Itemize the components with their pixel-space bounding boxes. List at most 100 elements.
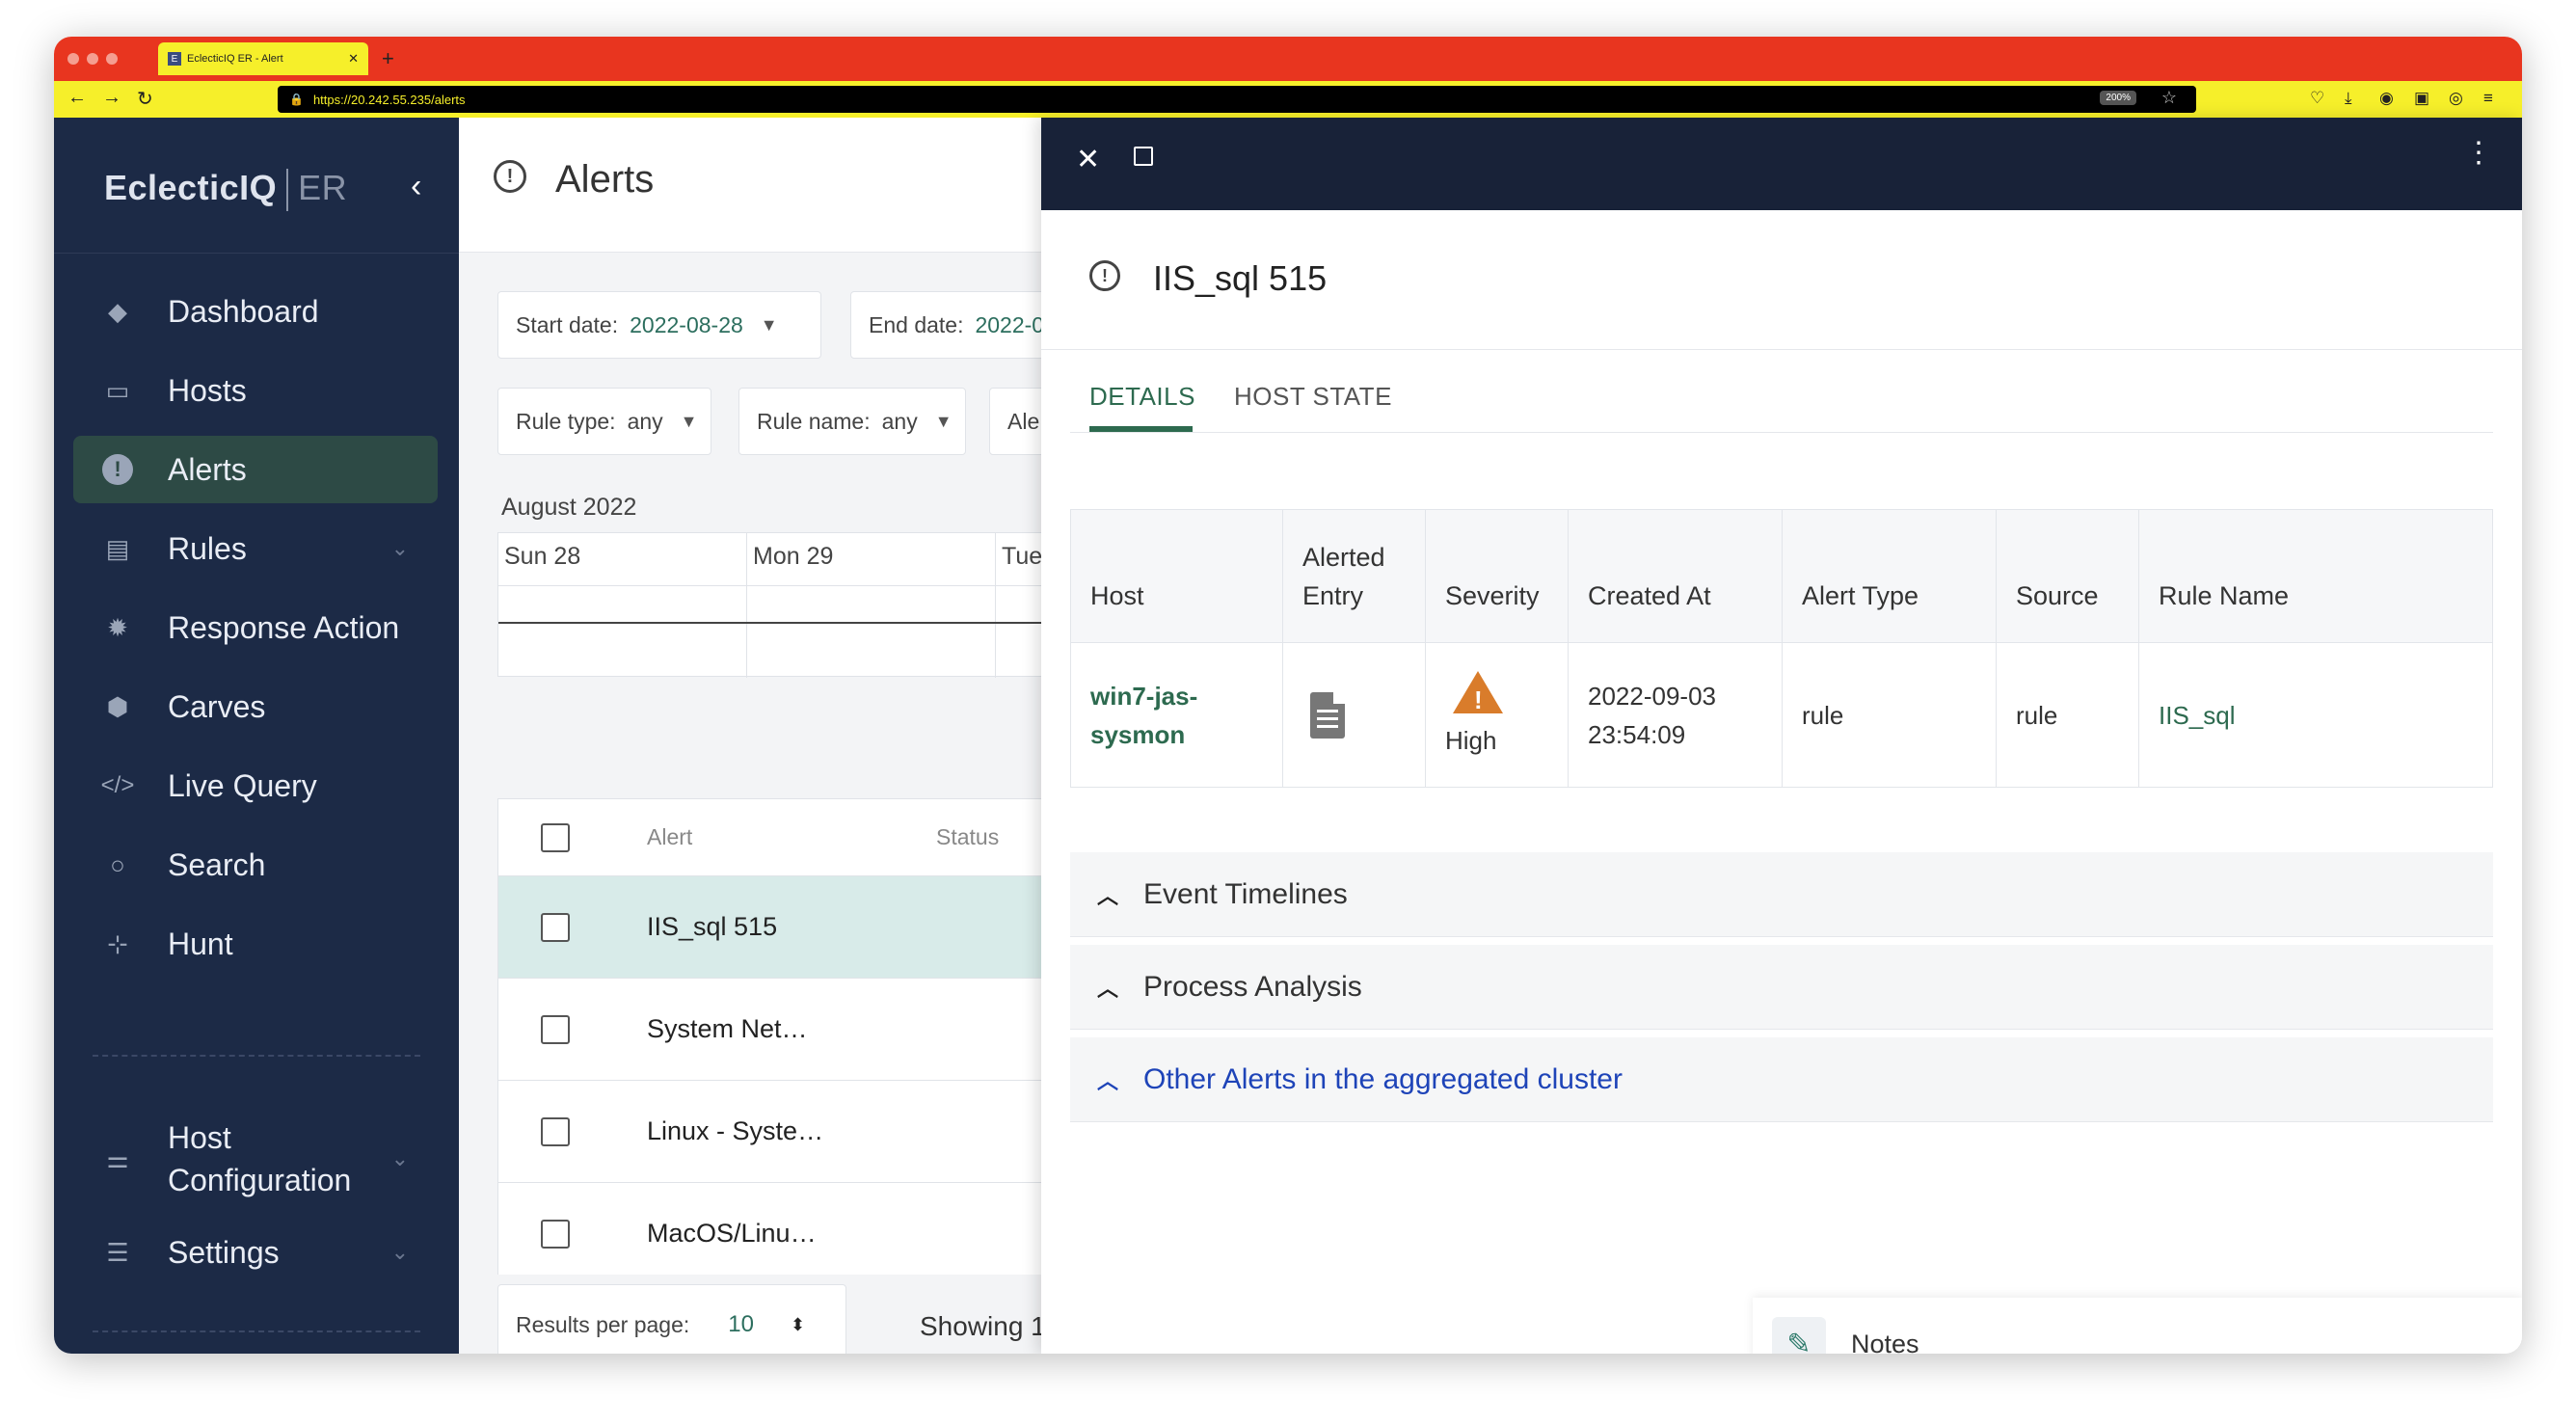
sidebar-item-alerts[interactable]: ! Alerts <box>73 436 438 503</box>
pocket-icon[interactable]: ♡ <box>2310 89 2324 108</box>
document-icon[interactable] <box>1310 691 1345 739</box>
address-bar[interactable]: 🔒 https://20.242.55.235/alerts 200% ☆ <box>278 86 2196 113</box>
chevron-up-icon: ︿ <box>1097 1068 1119 1093</box>
tab-host-state[interactable]: HOST STATE <box>1234 382 1392 412</box>
select-all-checkbox[interactable] <box>541 822 570 852</box>
close-icon[interactable]: ✕ <box>1076 143 1100 176</box>
sidebar-item-label: Alerts <box>168 451 247 487</box>
sidebar-item-label: Carves <box>168 688 266 724</box>
column-header-severity: Severity <box>1425 509 1569 643</box>
calendar-day-label: Tue <box>1002 543 1043 570</box>
sidebar-item-label: Rules <box>168 530 247 566</box>
sidebar-item-dashboard[interactable]: ◆ Dashboard <box>73 278 438 345</box>
menu-icon[interactable]: ≡ <box>2483 89 2493 108</box>
alert-detail-drawer: ✕ ⋮ ! IIS_sql 515 DETAILS HOST STATE Hos… <box>1041 118 2522 1354</box>
sidebar: EclecticIQ ER ‹ ◆ Dashboard ▭ Hosts ! Ale… <box>54 118 459 1354</box>
filter-value: any <box>881 408 918 434</box>
forward-icon[interactable]: → <box>102 87 121 109</box>
chevron-down-icon: ⌄ <box>390 1240 409 1264</box>
page-title: Alerts <box>555 158 655 201</box>
sidebar-item-live-query[interactable]: </> Live Query <box>73 752 438 819</box>
rule-type-filter[interactable]: Rule type: any ▼ <box>497 388 711 455</box>
sidebar-item-carves[interactable]: ⬢ Carves <box>73 673 438 740</box>
more-options-icon[interactable]: ⋮ <box>2464 139 2493 168</box>
column-header-alerted-entry: Alerted Entry <box>1282 509 1426 643</box>
table-row[interactable]: MacOS/Linu… <box>498 1183 1075 1285</box>
new-tab-icon[interactable]: + <box>382 46 394 71</box>
table-header: Alert Status <box>498 799 1075 876</box>
filter-label: Rule type: <box>516 408 616 434</box>
source-value: rule <box>2016 700 2058 730</box>
tab-details[interactable]: DETAILS <box>1089 382 1195 412</box>
filter-value: 2022-08-28 <box>630 311 743 337</box>
browser-tabbar: E EclecticIQ ER - Alert ✕ + <box>54 37 2522 81</box>
minimize-window-dot[interactable] <box>87 53 98 65</box>
close-window-dot[interactable] <box>67 53 79 65</box>
column-header-source: Source <box>1996 509 2139 643</box>
sidebar-item-host-configuration[interactable]: ⚌ Host Configuration ⌄ <box>73 1113 438 1205</box>
maximize-window-dot[interactable] <box>106 53 118 65</box>
results-per-page-select[interactable]: Results per page: 10 ⬍ <box>497 1284 846 1354</box>
sidebar-item-label: Settings <box>168 1234 280 1270</box>
calendar-month: August 2022 <box>501 494 637 521</box>
zoom-badge[interactable]: 200% <box>2100 91 2136 105</box>
table-header-row: Host Alerted Entry Severity Created At A… <box>1070 509 2493 643</box>
row-checkbox[interactable] <box>541 912 570 942</box>
column-header-status[interactable]: Status <box>936 824 999 850</box>
table-row: win7-jas-sysmon ! High 2022-09-03 23:54:… <box>1070 642 2493 788</box>
calendar-day-label: Mon 29 <box>753 543 834 570</box>
notes-button[interactable]: ✎ Notes <box>1753 1298 2522 1354</box>
sidebar-item-hosts[interactable]: ▭ Hosts <box>73 357 438 424</box>
collapse-sidebar-icon[interactable]: ‹ <box>411 168 421 205</box>
alert-name: System Net… <box>647 1014 808 1043</box>
row-checkbox[interactable] <box>541 1014 570 1044</box>
alert-name: Linux - Syste… <box>647 1116 824 1145</box>
browser-tab[interactable]: E EclecticIQ ER - Alert ✕ <box>158 42 368 75</box>
host-link[interactable]: win7-jas-sysmon <box>1090 682 1197 749</box>
sidebar-item-label: Hunt <box>168 926 233 961</box>
sidebar-item-hunt[interactable]: ⊹ Hunt <box>73 910 438 978</box>
start-date-filter[interactable]: Start date: 2022-08-28 ▼ <box>497 291 821 359</box>
download-icon[interactable]: ⤓ <box>2345 89 2352 108</box>
rule-name-link[interactable]: IIS_sql <box>2159 701 2236 730</box>
sidebar-item-settings[interactable]: ☰ Settings ⌄ <box>73 1219 438 1286</box>
row-checkbox[interactable] <box>541 1219 570 1249</box>
section-other-alerts[interactable]: ︿ Other Alerts in the aggregated cluster <box>1070 1037 2493 1122</box>
dropdown-caret-icon: ▼ <box>680 411 698 431</box>
section-event-timelines[interactable]: ︿ Event Timelines <box>1070 852 2493 937</box>
tab-close-icon[interactable]: ✕ <box>348 51 359 67</box>
back-icon[interactable]: ← <box>67 87 87 109</box>
extension-icon[interactable]: ◉ <box>2379 89 2394 108</box>
sidebar-divider <box>54 253 459 254</box>
bookmark-star-icon[interactable]: ☆ <box>2161 88 2177 108</box>
section-label: Process Analysis <box>1143 970 1362 1003</box>
sidebar-item-label: Host Configuration <box>168 1120 352 1197</box>
table-row[interactable]: System Net… <box>498 979 1075 1081</box>
screenshot-icon[interactable]: ▣ <box>2414 89 2429 108</box>
sidebar-item-response-action[interactable]: ✹ Response Action <box>73 594 438 661</box>
alert-circle-icon: ! <box>494 160 526 193</box>
results-per-page-value: 10 <box>728 1311 754 1337</box>
filter-value: any <box>627 408 663 434</box>
row-checkbox[interactable] <box>541 1116 570 1146</box>
alerts-table: Alert Status IIS_sql 515 System Net… Lin… <box>497 798 1076 1290</box>
column-header-alert[interactable]: Alert <box>647 824 936 850</box>
sidebar-item-search[interactable]: ○ Search <box>73 831 438 899</box>
timeline-line <box>498 622 1075 624</box>
server-icon: ☰ <box>106 1237 129 1267</box>
reload-icon[interactable]: ↻ <box>137 87 153 111</box>
sidebar-item-rules[interactable]: ▤ Rules ⌄ <box>73 515 438 582</box>
account-icon[interactable]: ◎ <box>2449 89 2463 108</box>
alert-circle-icon: ! <box>100 452 135 487</box>
rule-name-filter[interactable]: Rule name: any ▼ <box>738 388 966 455</box>
table-row[interactable]: Linux - Syste… <box>498 1081 1075 1183</box>
table-row[interactable]: IIS_sql 515 <box>498 876 1075 979</box>
column-header-created-at: Created At <box>1568 509 1783 643</box>
code-icon: </> <box>100 772 135 798</box>
chevron-up-icon: ︿ <box>1097 976 1119 1001</box>
open-external-icon[interactable] <box>1134 147 1153 166</box>
section-process-analysis[interactable]: ︿ Process Analysis <box>1070 945 2493 1030</box>
created-at-value: 2022-09-03 23:54:09 <box>1588 681 1716 749</box>
logo-suffix: ER <box>298 168 348 207</box>
edit-icon: ✎ <box>1772 1317 1826 1354</box>
